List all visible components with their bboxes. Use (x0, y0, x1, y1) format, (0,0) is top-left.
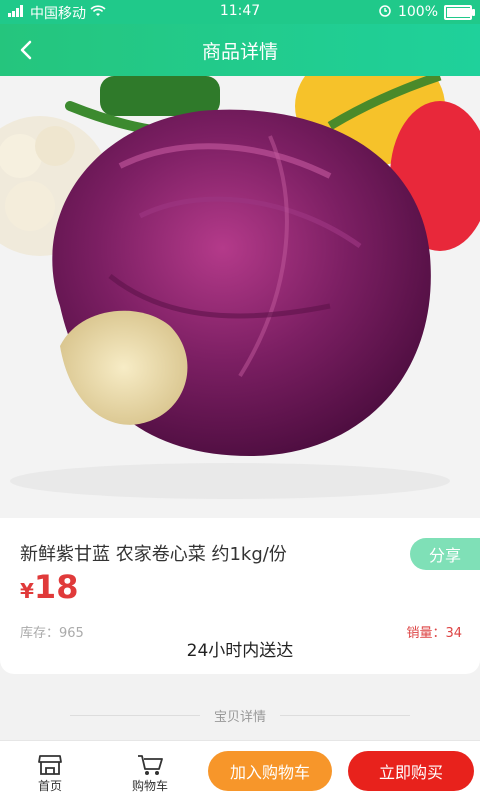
add-to-cart-button[interactable]: 加入购物车 (208, 751, 332, 791)
status-right: 100% (378, 3, 475, 21)
cart-label: 购物车 (131, 778, 168, 793)
battery-fill (447, 7, 471, 17)
status-bar: 中国移动 11:47 100% (0, 0, 480, 24)
battery-percent: 100% (397, 4, 438, 20)
details-divider: 宝贝详情 (0, 700, 480, 730)
alarm-icon (378, 3, 392, 21)
divider-line-right (280, 714, 410, 716)
divider-line-left (69, 714, 200, 716)
cart-icon (138, 754, 163, 775)
page-title: 商品详情 (201, 41, 278, 63)
product-info-card: 新鲜紫甘蓝 农家卷心菜 约1kg/份 ¥18 分享 库存：965 销量：34 2… (0, 518, 480, 674)
product-name: 新鲜紫甘蓝 农家卷心菜 约1kg/份 (20, 544, 287, 565)
currency-symbol: ¥ (20, 579, 34, 603)
product-price: ¥18 (20, 568, 78, 606)
battery-icon (444, 4, 475, 20)
delivery-info: 24小时内送达 (186, 641, 294, 661)
app-header: 商品详情 (0, 24, 480, 76)
product-image[interactable] (0, 76, 480, 518)
details-label: 宝贝详情 (213, 709, 266, 725)
price-value: 18 (33, 568, 79, 606)
home-label: 首页 (37, 778, 62, 793)
share-button[interactable]: 分享 (410, 538, 480, 570)
shop-icon (38, 754, 62, 775)
buy-now-button[interactable]: 立即购买 (348, 751, 474, 791)
cart-nav-button[interactable]: 购物车 (110, 749, 190, 797)
bottom-action-bar: 首页 购物车 加入购物车 立即购买 (0, 740, 480, 801)
home-button[interactable]: 首页 (10, 749, 90, 797)
